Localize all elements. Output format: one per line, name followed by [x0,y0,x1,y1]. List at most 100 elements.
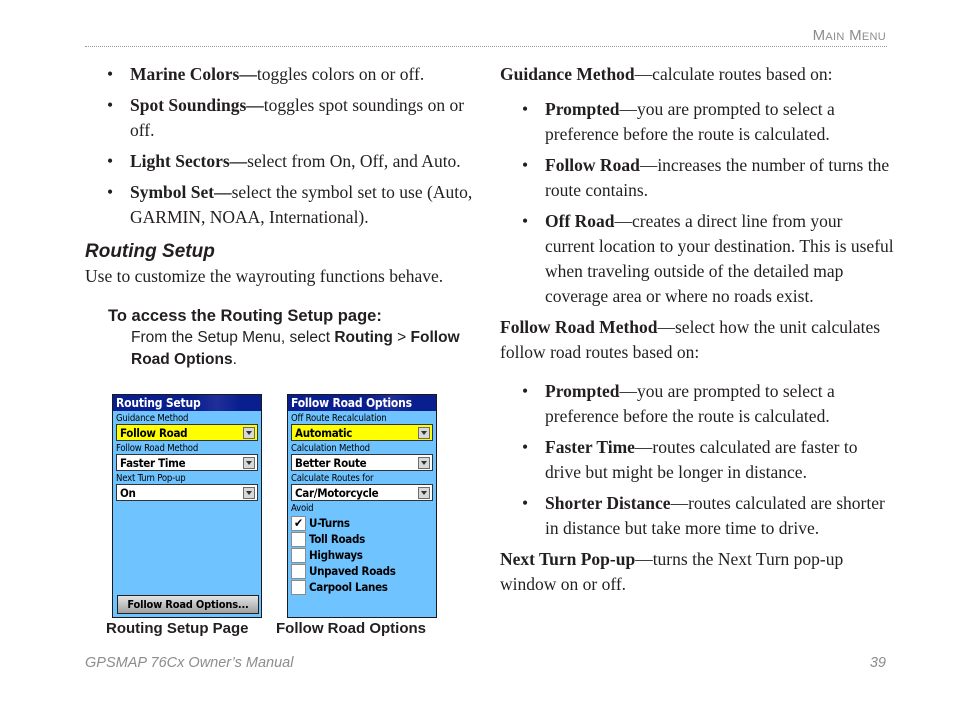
field-label: Off Route Recalculation [291,413,387,424]
step-prefix: From the Setup Menu, select [131,329,335,346]
procedure-step: From the Setup Menu, select Routing > Fo… [131,327,475,371]
dropdown-arrow-icon[interactable] [418,486,430,499]
figure-caption: Routing Setup Page [106,620,249,637]
bullet-icon: • [522,493,529,513]
follow-road-options-button[interactable]: Follow Road Options... [117,595,259,614]
field-label: Calculation Method [291,443,370,454]
term: Prompted [545,99,620,119]
bullet-icon: • [107,95,114,115]
checkbox-label: Carpool Lanes [309,580,388,594]
guidance-method-paragraph: Guidance Method—calculate routes based o… [500,62,895,87]
page-number: 39 [869,655,886,671]
avoid-item-unpaved-roads[interactable]: Unpaved Roads [288,563,436,579]
field-label: Calculate Routes for [291,473,374,484]
dropdown-value: Better Route [295,455,367,470]
dropdown-arrow-icon[interactable] [243,486,255,499]
next-turn-popup-paragraph: Next Turn Pop-up—turns the Next Turn pop… [500,547,895,597]
bullet-icon: • [522,155,529,175]
bullet-icon: • [522,211,529,231]
right-column: Guidance Method—calculate routes based o… [500,62,895,605]
avoid-checklist: ✔ U-Turns Toll Roads Highways Unpaved Roa… [288,515,436,595]
checkbox-icon[interactable] [291,563,306,579]
avoid-item-highways[interactable]: Highways [288,547,436,563]
checkbox-icon[interactable] [291,579,306,595]
bullet-icon: • [107,64,114,84]
list-item: • Prompted—you are prompted to select a p… [500,97,895,147]
list-item: • Follow Road—increases the number of tur… [500,153,895,203]
dropdown-value: Follow Road [120,425,188,440]
list-item: • Shorter Distance—routes calculated are … [500,491,895,541]
bullet-icon: • [522,437,529,457]
footer-manual-title: GPSMAP 76Cx Owner’s Manual [85,655,294,671]
map-setup-bullet-list: • Marine Colors—toggles colors on or off.… [85,62,475,230]
term: Follow Road Method [500,317,658,337]
left-column: • Marine Colors—toggles colors on or off.… [85,62,475,371]
dropdown-value: Car/Motorcycle [295,485,379,500]
bullet-icon: • [522,381,529,401]
calculation-method-dropdown[interactable]: Better Route [291,454,433,471]
checkbox-icon[interactable] [291,531,306,547]
description: select from On, Off, and Auto. [247,151,461,171]
field-label: Follow Road Method [116,443,199,454]
term: Off Road [545,211,615,231]
figure-caption: Follow Road Options [276,620,426,637]
term: Follow Road [545,155,640,175]
screen-title: Follow Road Options [288,395,436,411]
follow-road-options-screen: Follow Road Options Off Route Recalculat… [287,394,437,618]
field-label: Guidance Method [116,413,189,424]
follow-road-method-paragraph: Follow Road Method—select how the unit c… [500,315,895,365]
routing-setup-screen: Routing Setup Guidance Method Follow Roa… [112,394,262,618]
term: Prompted [545,381,620,401]
bullet-icon: • [522,99,529,119]
description: —calculate routes based on: [634,64,833,84]
term: Light Sectors— [130,151,248,171]
off-route-recalculation-dropdown[interactable]: Automatic [291,424,433,441]
term: Marine Colors— [130,64,257,84]
term: Next Turn Pop-up [500,549,636,569]
bullet-icon: • [107,151,114,171]
field-label: Next Turn Pop-up [116,473,186,484]
list-item: • Symbol Set—select the symbol set to use… [85,180,475,230]
description: toggles colors on or off. [256,64,425,84]
running-head: Main Menu [812,27,886,44]
calculate-routes-for-dropdown[interactable]: Car/Motorcycle [291,484,433,501]
avoid-item-carpool-lanes[interactable]: Carpool Lanes [288,579,436,595]
step-item-routing: Routing [334,329,393,346]
dropdown-arrow-icon[interactable] [243,426,255,439]
method-bullet-list: • Prompted—you are prompted to select a p… [500,379,895,541]
dropdown-arrow-icon[interactable] [418,456,430,469]
follow-road-method-dropdown[interactable]: Faster Time [116,454,258,471]
term: Faster Time [545,437,635,457]
step-suffix: . [232,351,237,368]
dropdown-value: On [120,485,136,500]
header-divider [85,46,887,47]
dropdown-arrow-icon[interactable] [243,456,255,469]
list-item: • Light Sectors—select from On, Off, and … [85,149,475,174]
term: Shorter Distance [545,493,671,513]
list-item: • Faster Time—routes calculated are faste… [500,435,895,485]
guidance-bullet-list: • Prompted—you are prompted to select a p… [500,97,895,309]
avoid-item-u-turns[interactable]: ✔ U-Turns [288,515,436,531]
step-separator: > [392,329,411,346]
dropdown-value: Automatic [295,425,353,440]
term: Spot Soundings— [130,95,264,115]
dropdown-arrow-icon[interactable] [418,426,430,439]
checkbox-label: Unpaved Roads [309,564,396,578]
list-item: • Marine Colors—toggles colors on or off. [85,62,475,87]
screen-title: Routing Setup [113,395,261,411]
list-item: • Off Road—creates a direct line from you… [500,209,895,309]
section-intro: Use to customize the wayrouting function… [85,266,444,286]
list-item: • Prompted—you are prompted to select a p… [500,379,895,429]
checkbox-label: Toll Roads [309,532,365,546]
dropdown-value: Faster Time [120,455,186,470]
avoid-item-toll-roads[interactable]: Toll Roads [288,531,436,547]
bullet-icon: • [107,182,114,202]
procedure-title: To access the Routing Setup page: [108,307,382,325]
next-turn-popup-dropdown[interactable]: On [116,484,258,501]
checkbox-checked-icon[interactable]: ✔ [291,515,306,531]
avoid-label: Avoid [291,503,314,514]
checkbox-icon[interactable] [291,547,306,563]
checkbox-label: Highways [309,548,363,562]
guidance-method-dropdown[interactable]: Follow Road [116,424,258,441]
term: Symbol Set— [130,182,232,202]
